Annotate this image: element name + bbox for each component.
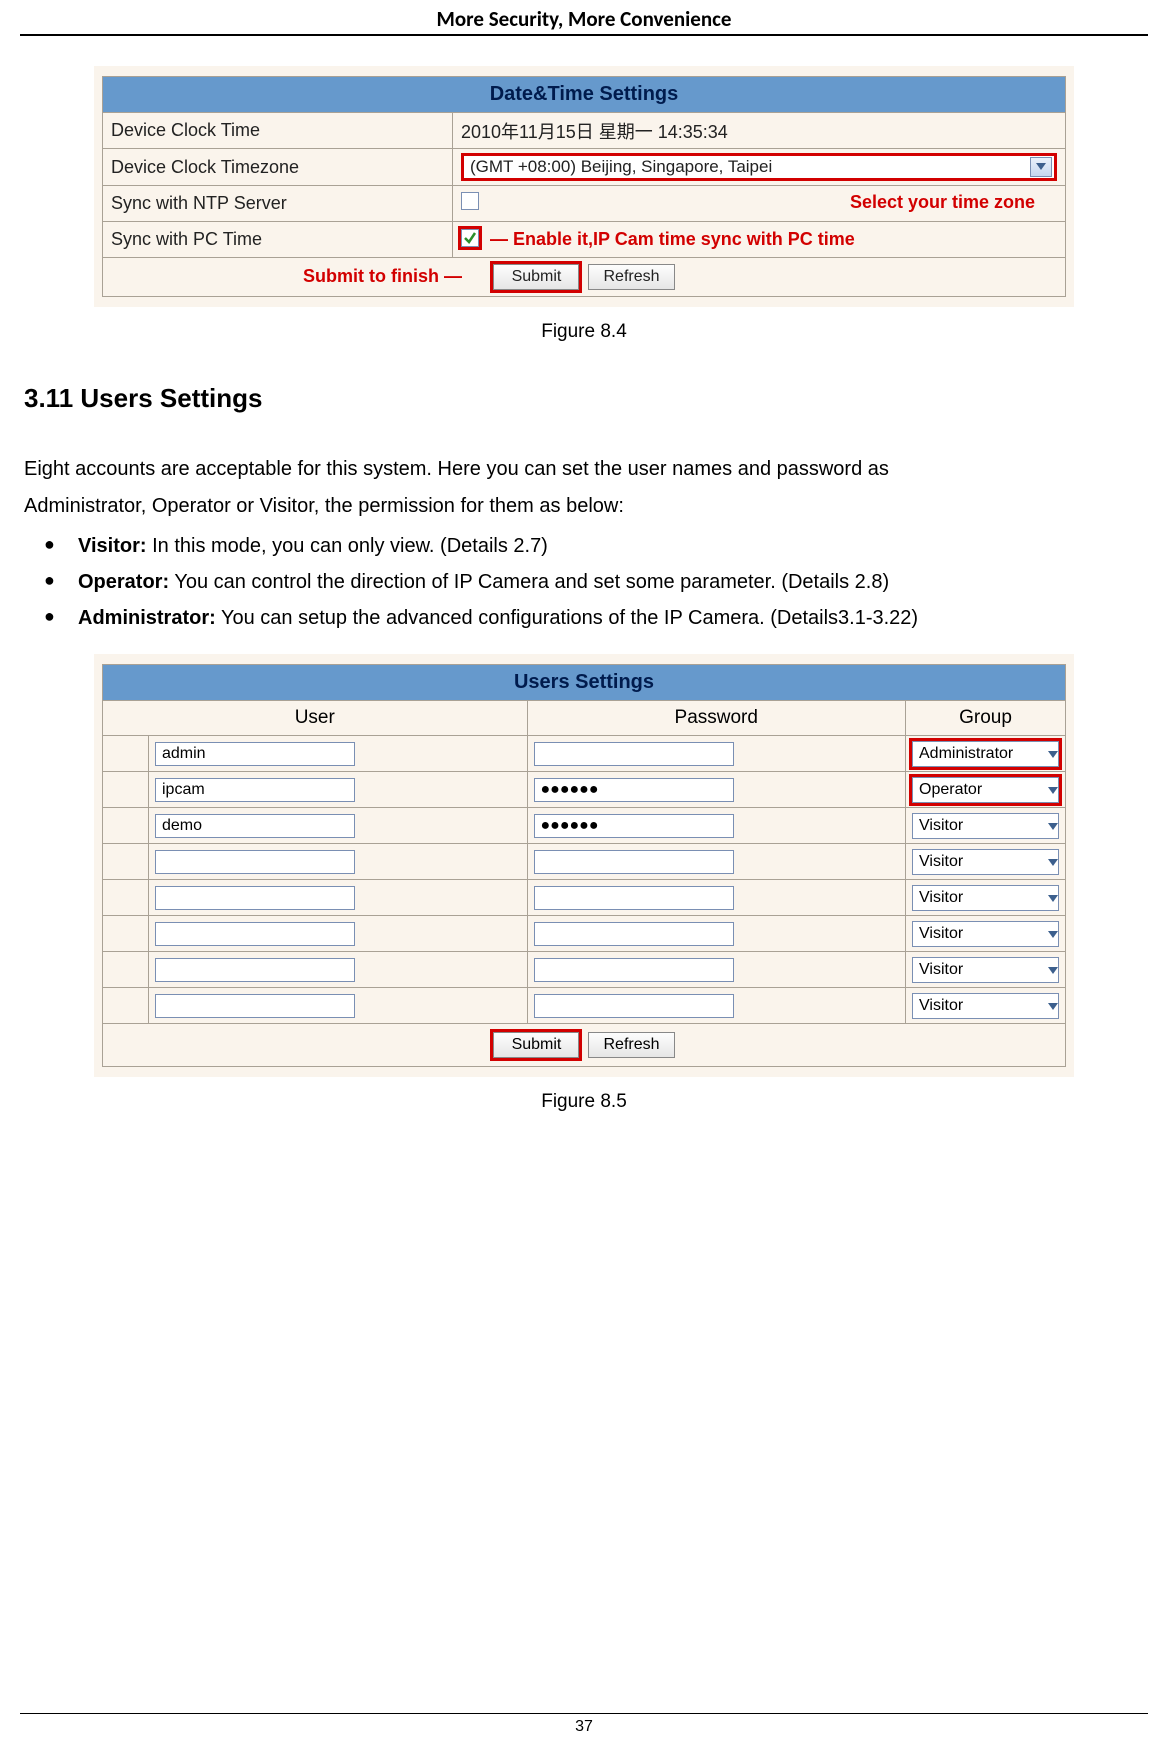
annotation-select-timezone: Select your time zone (850, 192, 1035, 213)
user-input[interactable]: admin (155, 742, 355, 766)
group-select-value: Visitor (913, 853, 1048, 871)
figure-8-4-panel: Date&Time Settings Device Clock Time 201… (94, 66, 1074, 307)
group-select-value: Operator (913, 781, 1048, 799)
col-password: Password (527, 701, 906, 736)
row-indent (103, 988, 149, 1024)
chevron-down-icon (1048, 851, 1058, 872)
user-input[interactable] (155, 886, 355, 910)
row-indent (103, 844, 149, 880)
device-clock-time-value: 2010年11月15日 星期一 14:35:34 (453, 113, 1066, 149)
table-row: Visitor (103, 916, 1066, 952)
group-select-value: Visitor (913, 889, 1048, 907)
row-indent (103, 772, 149, 808)
user-input[interactable] (155, 958, 355, 982)
sync-ntp-checkbox[interactable] (461, 192, 479, 210)
figure-8-4-caption: Figure 8.4 (20, 321, 1148, 343)
chevron-down-icon (1048, 887, 1058, 908)
password-input[interactable] (534, 922, 734, 946)
row-indent (103, 808, 149, 844)
user-input[interactable] (155, 994, 355, 1018)
user-input[interactable]: ipcam (155, 778, 355, 802)
user-input[interactable]: demo (155, 814, 355, 838)
figure-8-5-panel: Users Settings User Password Group admin… (94, 654, 1074, 1077)
datetime-settings-title: Date&Time Settings (103, 77, 1066, 113)
password-input[interactable]: ●●●●●● (534, 814, 734, 838)
group-select-value: Visitor (913, 961, 1048, 979)
page-number: 37 (0, 1713, 1168, 1736)
chevron-down-icon (1048, 743, 1058, 764)
sync-pc-checkbox[interactable] (461, 229, 479, 247)
user-input[interactable] (155, 850, 355, 874)
password-input[interactable] (534, 742, 734, 766)
intro-line-1: Eight accounts are acceptable for this s… (20, 454, 1148, 485)
group-select-value: Visitor (913, 817, 1048, 835)
device-clock-timezone-label: Device Clock Timezone (103, 149, 453, 186)
group-select[interactable]: Visitor (912, 993, 1059, 1019)
table-row: demo ●●●●●● Visitor (103, 808, 1066, 844)
refresh-button[interactable]: Refresh (588, 264, 674, 290)
figure-8-5-caption: Figure 8.5 (20, 1091, 1148, 1113)
submit-button[interactable]: Submit (493, 1032, 579, 1058)
header-rule (20, 34, 1148, 36)
chevron-down-icon (1048, 995, 1058, 1016)
chevron-down-icon (1048, 779, 1058, 800)
password-input[interactable] (534, 886, 734, 910)
table-row: admin Administrator (103, 736, 1066, 772)
row-indent (103, 880, 149, 916)
running-header: More Security, More Convenience (20, 0, 1148, 34)
row-indent (103, 916, 149, 952)
intro-line-2: Administrator, Operator or Visitor, the … (20, 491, 1148, 522)
row-indent (103, 952, 149, 988)
password-input[interactable] (534, 850, 734, 874)
sync-ntp-label: Sync with NTP Server (103, 186, 453, 222)
password-input[interactable]: ●●●●●● (534, 778, 734, 802)
group-select-value: Visitor (913, 925, 1048, 943)
group-select[interactable]: Visitor (912, 849, 1059, 875)
group-select[interactable]: Visitor (912, 813, 1059, 839)
bullet-operator: Operator: You can control the direction … (44, 564, 1148, 600)
group-select[interactable]: Administrator (912, 741, 1059, 767)
chevron-down-icon (1030, 157, 1052, 177)
annotation-submit-finish: Submit to finish — (303, 266, 462, 287)
chevron-down-icon (1048, 923, 1058, 944)
chevron-down-icon (1048, 959, 1058, 980)
group-select[interactable]: Visitor (912, 957, 1059, 983)
table-row: ipcam ●●●●●● Operator (103, 772, 1066, 808)
bullet-visitor: Visitor: In this mode, you can only view… (44, 528, 1148, 564)
role-bullet-list: Visitor: In this mode, you can only view… (20, 528, 1148, 636)
group-select[interactable]: Visitor (912, 885, 1059, 911)
submit-button[interactable]: Submit (493, 264, 579, 290)
user-input[interactable] (155, 922, 355, 946)
table-row: Visitor (103, 952, 1066, 988)
users-settings-title: Users Settings (103, 665, 1066, 701)
group-select-value: Visitor (913, 997, 1048, 1015)
bullet-administrator: Administrator: You can setup the advance… (44, 600, 1148, 636)
col-user: User (103, 701, 528, 736)
table-row: Visitor (103, 988, 1066, 1024)
group-select[interactable]: Visitor (912, 921, 1059, 947)
timezone-select[interactable]: (GMT +08:00) Beijing, Singapore, Taipei (461, 153, 1057, 181)
password-input[interactable] (534, 994, 734, 1018)
sync-pc-label: Sync with PC Time (103, 222, 453, 258)
timezone-select-value: (GMT +08:00) Beijing, Singapore, Taipei (466, 157, 1030, 177)
device-clock-time-label: Device Clock Time (103, 113, 453, 149)
group-select[interactable]: Operator (912, 777, 1059, 803)
chevron-down-icon (1048, 815, 1058, 836)
annotation-enable-sync: — Enable it,IP Cam time sync with PC tim… (490, 229, 855, 249)
section-heading: 3.11 Users Settings (20, 383, 1148, 414)
refresh-button[interactable]: Refresh (588, 1032, 674, 1058)
row-indent (103, 736, 149, 772)
table-row: Visitor (103, 844, 1066, 880)
group-select-value: Administrator (913, 745, 1048, 763)
table-row: Visitor (103, 880, 1066, 916)
password-input[interactable] (534, 958, 734, 982)
col-group: Group (906, 701, 1066, 736)
